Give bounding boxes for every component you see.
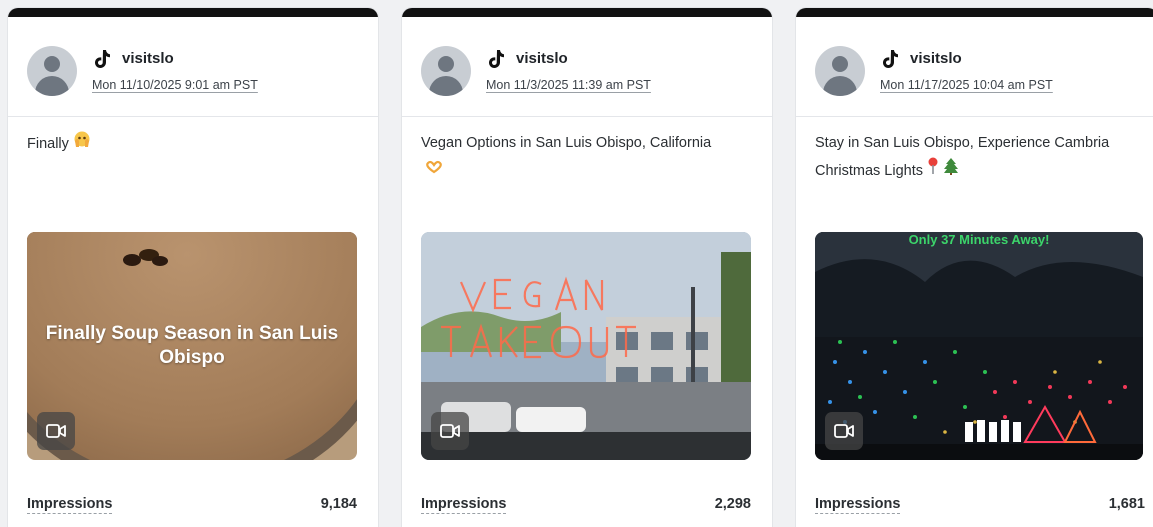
post-timestamp[interactable]: Mon 11/3/2025 11:39 am PST	[486, 78, 651, 92]
post-media-thumbnail[interactable]: Only 37 Minutes Away!	[815, 232, 1143, 460]
post-header: visitslo Mon 11/10/2025 9:01 am PST	[8, 17, 378, 117]
post-caption: Finally	[27, 130, 337, 158]
post-feed: visitslo Mon 11/10/2025 9:01 am PST Fina…	[0, 0, 1153, 527]
post-timestamp[interactable]: Mon 11/17/2025 10:04 am PST	[880, 78, 1053, 92]
post-card[interactable]: visitslo Mon 11/17/2025 10:04 am PST Sta…	[796, 8, 1153, 527]
impressions-label[interactable]: Impressions	[815, 496, 901, 514]
post-header: visitslo Mon 11/3/2025 11:39 am PST	[402, 17, 772, 117]
tiktok-icon	[489, 50, 504, 68]
impressions-label[interactable]: Impressions	[27, 496, 113, 514]
avatar[interactable]	[27, 46, 77, 96]
post-card[interactable]: visitslo Mon 11/3/2025 11:39 am PST Vega…	[402, 8, 772, 527]
post-card[interactable]: visitslo Mon 11/10/2025 9:01 am PST Fina…	[8, 8, 378, 527]
round-pushpin-icon	[927, 157, 939, 185]
caption-text: Finally	[27, 135, 69, 152]
video-icon	[825, 412, 863, 450]
face-holding-back-tears-icon	[73, 130, 91, 158]
impressions-label[interactable]: Impressions	[421, 496, 507, 514]
card-top-bar	[796, 8, 1153, 17]
post-header: visitslo Mon 11/17/2025 10:04 am PST	[796, 17, 1153, 117]
post-timestamp[interactable]: Mon 11/10/2025 9:01 am PST	[92, 78, 258, 92]
post-media-thumbnail[interactable]	[421, 232, 751, 460]
christmas-tree-icon	[943, 157, 959, 185]
card-top-bar	[8, 8, 378, 17]
media-overlay-text: Only 37 Minutes Away!	[908, 232, 1050, 247]
username[interactable]: visitslo	[516, 50, 568, 67]
caption-text: Stay in San Luis Obispo, Experience Camb…	[815, 135, 1110, 179]
video-icon	[37, 412, 75, 450]
username[interactable]: visitslo	[910, 50, 962, 67]
post-media-thumbnail[interactable]: Finally Soup Season in San Luis Obispo	[27, 232, 357, 460]
caption-text: Vegan Options in San Luis Obispo, Califo…	[421, 135, 712, 151]
media-overlay-text: Finally Soup Season in San Luis Obispo	[45, 323, 339, 368]
tiktok-icon	[883, 50, 898, 68]
impressions-value: 1,681	[1108, 496, 1145, 512]
heart-hands-icon	[425, 157, 443, 184]
video-icon	[431, 412, 469, 450]
avatar[interactable]	[421, 46, 471, 96]
post-caption: Stay in San Luis Obispo, Experience Camb…	[815, 130, 1125, 185]
card-top-bar	[402, 8, 772, 17]
tiktok-icon	[95, 50, 110, 68]
post-caption: Vegan Options in San Luis Obispo, Califo…	[421, 130, 731, 184]
username[interactable]: visitslo	[122, 50, 174, 67]
avatar[interactable]	[815, 46, 865, 96]
impressions-value: 9,184	[320, 496, 357, 512]
impressions-value: 2,298	[714, 496, 751, 512]
